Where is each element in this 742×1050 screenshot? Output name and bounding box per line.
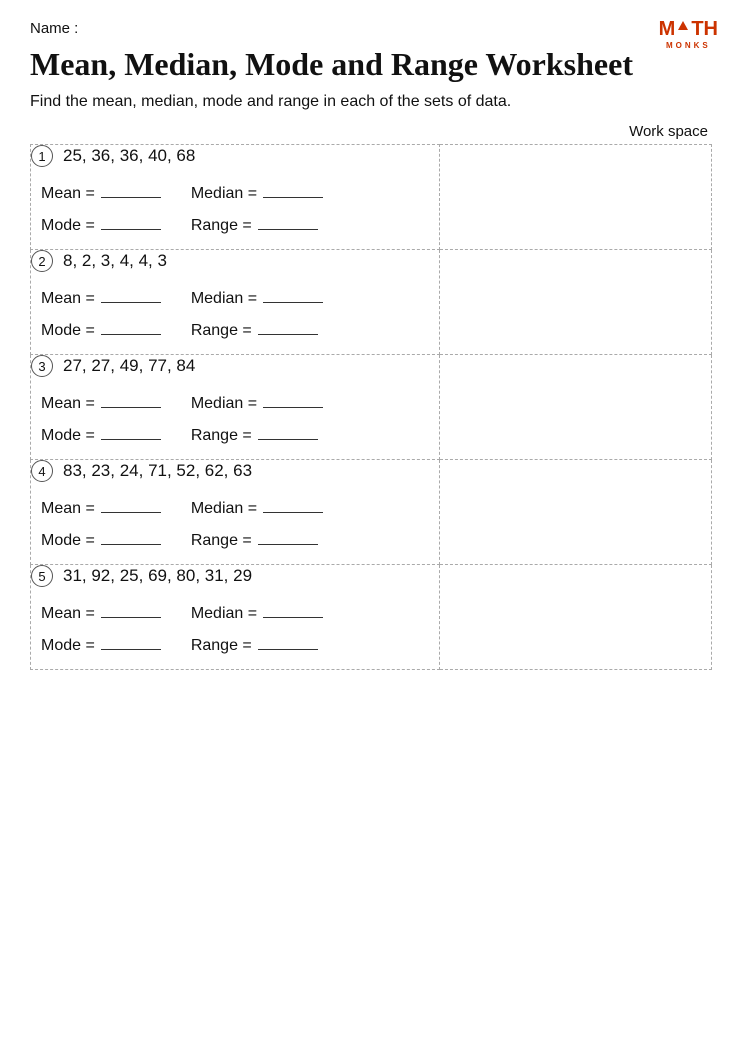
mode-field-2: Mode =	[41, 322, 161, 340]
median-field-2: Median =	[191, 290, 323, 308]
range-label-1: Range =	[191, 217, 252, 235]
range-blank-5[interactable]	[258, 649, 318, 650]
logo-text-math: M	[659, 18, 676, 41]
data-set-3: 27, 27, 49, 77, 84	[63, 356, 195, 376]
median-blank-4[interactable]	[263, 512, 323, 513]
problem-cell-5: 5 31, 92, 25, 69, 80, 31, 29 Mean = Median …	[31, 565, 440, 670]
median-field-4: Median =	[191, 500, 323, 518]
workspace-cell-4	[439, 460, 711, 565]
median-label-5: Median =	[191, 605, 257, 623]
mean-label-5: Mean =	[41, 605, 95, 623]
mode-blank-4[interactable]	[101, 544, 161, 545]
mean-field-2: Mean =	[41, 290, 161, 308]
mean-field-5: Mean =	[41, 605, 161, 623]
median-blank-3[interactable]	[263, 407, 323, 408]
page-title: Mean, Median, Mode and Range Worksheet	[30, 45, 712, 83]
mean-field-4: Mean =	[41, 500, 161, 518]
mean-label-1: Mean =	[41, 185, 95, 203]
mode-field-4: Mode =	[41, 532, 161, 550]
median-label-3: Median =	[191, 395, 257, 413]
problem-number-3: 3	[31, 355, 53, 377]
data-set-4: 83, 23, 24, 71, 52, 62, 63	[63, 461, 252, 481]
mode-label-5: Mode =	[41, 637, 95, 655]
problem-cell-2: 2 8, 2, 3, 4, 4, 3 Mean = Median = Mode = Ran…	[31, 250, 440, 355]
mean-label-4: Mean =	[41, 500, 95, 518]
median-label-1: Median =	[191, 185, 257, 203]
data-set-5: 31, 92, 25, 69, 80, 31, 29	[63, 566, 252, 586]
logo-text-th: TH	[691, 18, 718, 41]
mode-label-1: Mode =	[41, 217, 95, 235]
problem-cell-1: 1 25, 36, 36, 40, 68 Mean = Median = Mode = R…	[31, 145, 440, 250]
median-blank-1[interactable]	[263, 197, 323, 198]
mean-blank-1[interactable]	[101, 197, 161, 198]
mode-field-3: Mode =	[41, 427, 161, 445]
workspace-cell-5	[439, 565, 711, 670]
median-label-2: Median =	[191, 290, 257, 308]
mean-blank-3[interactable]	[101, 407, 161, 408]
range-blank-1[interactable]	[258, 229, 318, 230]
median-field-5: Median =	[191, 605, 323, 623]
mode-label-4: Mode =	[41, 532, 95, 550]
range-field-3: Range =	[191, 427, 318, 445]
range-field-5: Range =	[191, 637, 318, 655]
median-field-1: Median =	[191, 185, 323, 203]
range-field-4: Range =	[191, 532, 318, 550]
data-set-1: 25, 36, 36, 40, 68	[63, 146, 195, 166]
logo-monks: MONKS	[666, 41, 711, 50]
workspace-cell-3	[439, 355, 711, 460]
logo-triangle-icon	[678, 21, 688, 30]
problem-cell-3: 3 27, 27, 49, 77, 84 Mean = Median = Mode = R…	[31, 355, 440, 460]
workspace-label: Work space	[30, 123, 712, 140]
range-field-1: Range =	[191, 217, 318, 235]
problem-number-1: 1	[31, 145, 53, 167]
problem-number-2: 2	[31, 250, 53, 272]
median-blank-2[interactable]	[263, 302, 323, 303]
mean-blank-4[interactable]	[101, 512, 161, 513]
mean-label-2: Mean =	[41, 290, 95, 308]
mean-blank-2[interactable]	[101, 302, 161, 303]
range-label-4: Range =	[191, 532, 252, 550]
median-field-3: Median =	[191, 395, 323, 413]
problem-number-5: 5	[31, 565, 53, 587]
range-blank-4[interactable]	[258, 544, 318, 545]
problems-table: 1 25, 36, 36, 40, 68 Mean = Median = Mode = R…	[30, 144, 712, 670]
logo: M TH MONKS	[659, 18, 718, 50]
problem-number-4: 4	[31, 460, 53, 482]
mode-blank-5[interactable]	[101, 649, 161, 650]
mean-blank-5[interactable]	[101, 617, 161, 618]
range-blank-2[interactable]	[258, 334, 318, 335]
median-label-4: Median =	[191, 500, 257, 518]
workspace-cell-1	[439, 145, 711, 250]
name-label: Name :	[30, 20, 712, 37]
mode-label-2: Mode =	[41, 322, 95, 340]
mode-field-5: Mode =	[41, 637, 161, 655]
workspace-cell-2	[439, 250, 711, 355]
mode-blank-1[interactable]	[101, 229, 161, 230]
mode-blank-2[interactable]	[101, 334, 161, 335]
range-blank-3[interactable]	[258, 439, 318, 440]
mode-field-1: Mode =	[41, 217, 161, 235]
range-label-3: Range =	[191, 427, 252, 445]
mode-blank-3[interactable]	[101, 439, 161, 440]
data-set-2: 8, 2, 3, 4, 4, 3	[63, 251, 167, 271]
problem-cell-4: 4 83, 23, 24, 71, 52, 62, 63 Mean = Median …	[31, 460, 440, 565]
mean-label-3: Mean =	[41, 395, 95, 413]
median-blank-5[interactable]	[263, 617, 323, 618]
mean-field-3: Mean =	[41, 395, 161, 413]
subtitle: Find the mean, median, mode and range in…	[30, 93, 712, 111]
mode-label-3: Mode =	[41, 427, 95, 445]
range-label-2: Range =	[191, 322, 252, 340]
range-label-5: Range =	[191, 637, 252, 655]
mean-field-1: Mean =	[41, 185, 161, 203]
range-field-2: Range =	[191, 322, 318, 340]
